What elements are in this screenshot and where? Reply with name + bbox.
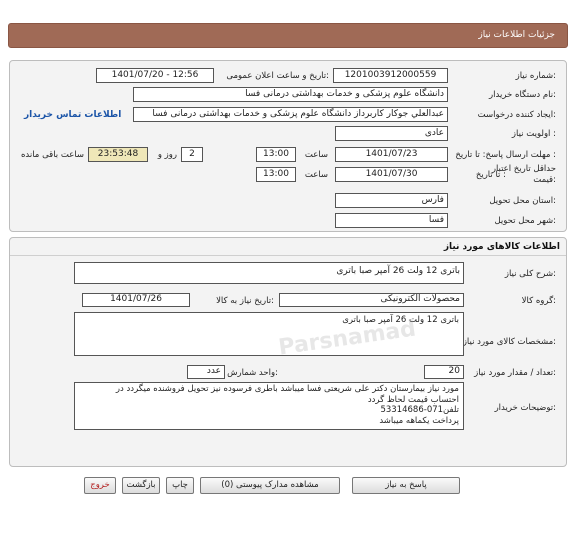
goods-group-label: گروه کالا: [521, 296, 556, 306]
notes-line: مورد نیاز بیمارستان دکتر علی شریعتی فسا … [115, 384, 459, 394]
announce-datetime-field: 1401/07/20 - 12:56 [96, 68, 214, 83]
validity-to-label: تا تاریخ : [475, 170, 506, 180]
validity-time-label: ساعت [304, 170, 328, 180]
spec-label: مشخصات کالای مورد نیاز: [462, 337, 556, 347]
send-deadline-time-label: ساعت [304, 150, 328, 160]
quantity-label: تعداد / مقدار مورد نیاز: [474, 368, 556, 378]
notes-line: پرداخت یکماهه میباشد [379, 415, 459, 426]
notes-line: تلفن071-53314686 [380, 405, 459, 415]
time-remaining-field: 23:53:48 [88, 147, 148, 162]
page-title-bar: جزئیات اطلاعات نیاز [8, 23, 568, 48]
requester-label: ایجاد کننده درخواست: [477, 110, 556, 120]
goods-section-title: اطلاعات کالاهای مورد نیاز [443, 242, 560, 252]
need-date-label: تاریخ نیاز به کالا: [216, 296, 274, 306]
send-deadline-time-field: 13:00 [256, 147, 296, 162]
need-date-field: 1401/07/26 [82, 293, 190, 307]
page-title: جزئیات اطلاعات نیاز [478, 30, 555, 40]
days-label: روز و [157, 150, 177, 160]
unit-field: عدد [187, 365, 225, 379]
need-number-label: شماره نیاز: [515, 71, 556, 81]
priority-label: اولویت نیاز : [511, 129, 556, 139]
province-field: فارس [335, 193, 448, 208]
goods-panel: اطلاعات کالاهای مورد نیاز شرح کلی نیاز: … [9, 237, 567, 467]
exit-button[interactable]: خروج [84, 477, 116, 494]
send-deadline-label: مهلت ارسال پاسخ: تا تاریخ : [455, 150, 556, 160]
reply-to-need-button[interactable]: پاسخ به نیاز [352, 477, 460, 494]
days-remaining-field: 2 [181, 147, 203, 162]
validity-label-line2: قیمت: [533, 175, 556, 185]
section-divider [10, 255, 566, 256]
priority-field: عادی [335, 126, 448, 141]
need-details-panel: شماره نیاز: 1201003912000559 تاریخ و ساع… [9, 60, 567, 232]
summary-label: شرح کلی نیاز: [504, 269, 556, 279]
back-button[interactable]: بازگشت [122, 477, 160, 494]
validity-time-field: 13:00 [256, 167, 296, 182]
summary-field: باتری 12 ولت 26 آمپر صبا باتری [74, 262, 464, 284]
time-remaining-label: ساعت باقی مانده [20, 150, 84, 160]
buyer-notes-field: مورد نیاز بیمارستان دکتر علی شریعتی فسا … [74, 382, 464, 430]
quantity-field: 20 [424, 365, 464, 379]
buyer-org-label: نام دستگاه خریدار: [489, 90, 556, 100]
notes-line: احتساب قیمت لحاظ گردد [367, 394, 459, 405]
city-label: شهر محل تحویل: [494, 216, 556, 226]
validity-date-field: 1401/07/30 [335, 167, 448, 182]
spec-field: باتری 12 ولت 26 آمپر صبا باتری [74, 312, 464, 356]
city-field: فسا [335, 213, 448, 228]
buyer-contact-link[interactable]: اطلاعات تماس خریدار [24, 110, 121, 120]
province-label: استان محل تحویل: [489, 196, 556, 206]
buyer-notes-label: توضیحات خریدار: [494, 403, 556, 413]
print-button[interactable]: چاپ [166, 477, 194, 494]
need-number-field: 1201003912000559 [333, 68, 448, 83]
view-attachments-button[interactable]: مشاهده مدارک پیوستی (0) [200, 477, 340, 494]
announce-label: تاریخ و ساعت اعلان عمومی: [226, 71, 329, 81]
buyer-org-field: دانشگاه علوم پزشکی و خدمات بهداشتی درمان… [133, 87, 448, 102]
requester-field: عبدالعلي جوكار كاربرداز دانشگاه علوم پزش… [133, 107, 448, 122]
send-deadline-date-field: 1401/07/23 [335, 147, 448, 162]
goods-group-field: محصولات الکترونیکی [279, 293, 464, 307]
unit-label: واحد شمارش: [227, 368, 278, 378]
